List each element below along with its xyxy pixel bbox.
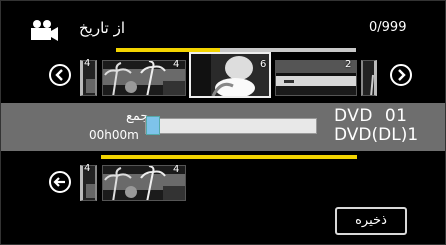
item-counter: 0/999 — [369, 20, 407, 35]
media-usage-bar — [145, 118, 317, 134]
chevron-left-circle-icon — [55, 69, 63, 81]
thumbnail-badge: 4 — [173, 164, 180, 175]
bottom-track-fill — [101, 155, 357, 159]
movie-camera-icon — [31, 20, 58, 41]
save-button[interactable]: ذخیره — [335, 207, 407, 235]
back-button[interactable] — [49, 171, 71, 193]
disc-type-line1: DVD 01 — [334, 106, 408, 126]
thumbnail-stack[interactable] — [361, 60, 377, 96]
chevron-right-circle-icon — [398, 69, 406, 81]
screen: از تاریخ 0/999 4 4 6 2 جمع 00h00m DVD 01… — [0, 0, 446, 245]
disc-type-line2: DVD(DL)1 — [334, 125, 419, 145]
arrow-left-circle-icon — [53, 177, 65, 187]
thumbnail-badge: 4 — [173, 59, 180, 70]
duration-value: 00h00m — [89, 128, 139, 142]
media-usage-fill — [146, 116, 160, 135]
thumbnail-badge: 2 — [345, 59, 352, 70]
next-button[interactable] — [390, 64, 412, 86]
page-title: از تاریخ — [79, 19, 126, 37]
thumbnail-badge: 6 — [260, 59, 267, 70]
thumbnail-badge: 4 — [84, 58, 91, 69]
prev-button[interactable] — [49, 64, 71, 86]
thumbnail-selected[interactable] — [189, 52, 271, 98]
thumbnail-badge: 4 — [84, 163, 91, 174]
